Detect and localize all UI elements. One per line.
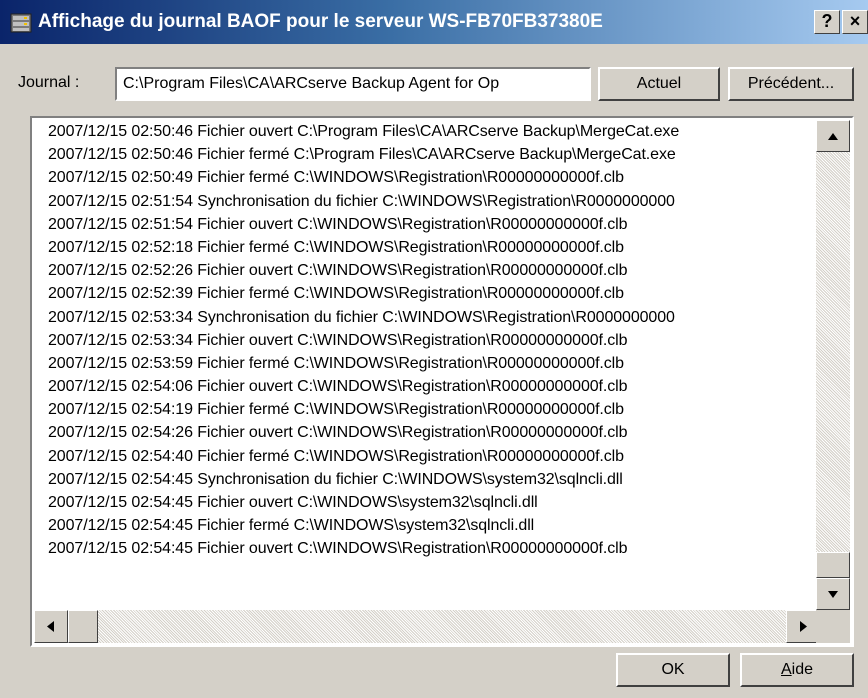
help-button-label: ide: [791, 661, 814, 678]
log-line[interactable]: 2007/12/15 02:51:54 Synchronisation du f…: [34, 190, 818, 213]
scroll-thumb[interactable]: [816, 552, 850, 578]
log-viewer-dialog: Affichage du journal BAOF pour le serveu…: [0, 0, 868, 698]
ok-button[interactable]: OK: [616, 653, 730, 687]
arrow-down-icon: [828, 591, 838, 598]
log-line[interactable]: 2007/12/15 02:54:19 Fichier fermé C:\WIN…: [34, 398, 818, 421]
log-lines: 2007/12/15 02:50:46 Fichier ouvert C:\Pr…: [34, 120, 818, 610]
scroll-right-button[interactable]: [786, 610, 820, 643]
log-line[interactable]: 2007/12/15 02:54:40 Fichier fermé C:\WIN…: [34, 445, 818, 468]
journal-path-value: C:\Program Files\CA\ARCserve Backup Agen…: [123, 75, 500, 92]
log-line[interactable]: 2007/12/15 02:54:45 Synchronisation du f…: [34, 468, 818, 491]
log-line[interactable]: 2007/12/15 02:54:26 Fichier ouvert C:\WI…: [34, 421, 818, 444]
title-bar[interactable]: Affichage du journal BAOF pour le serveu…: [0, 0, 868, 44]
server-log-icon: [10, 13, 32, 33]
log-line[interactable]: 2007/12/15 02:54:45 Fichier ouvert C:\WI…: [34, 537, 818, 560]
log-line[interactable]: 2007/12/15 02:50:46 Fichier ouvert C:\Pr…: [34, 120, 818, 143]
log-line[interactable]: 2007/12/15 02:54:45 Fichier ouvert C:\WI…: [34, 491, 818, 514]
arrow-left-icon: [47, 621, 54, 632]
window-title: Affichage du journal BAOF pour le serveu…: [38, 11, 603, 32]
close-title-button[interactable]: ×: [842, 10, 868, 34]
previous-button[interactable]: Précédent...: [728, 67, 854, 101]
current-button[interactable]: Actuel: [598, 67, 720, 101]
log-listbox[interactable]: 2007/12/15 02:50:46 Fichier ouvert C:\Pr…: [30, 116, 854, 647]
arrow-up-icon: [828, 133, 838, 140]
journal-label: Journal :: [18, 74, 80, 91]
scroll-left-button[interactable]: [34, 610, 68, 643]
scroll-down-button[interactable]: [816, 578, 850, 610]
arrow-right-icon: [800, 621, 807, 632]
scrollbar-corner: [816, 610, 850, 643]
log-line[interactable]: 2007/12/15 02:52:39 Fichier fermé C:\WIN…: [34, 282, 818, 305]
help-button[interactable]: Aide: [740, 653, 854, 687]
log-line[interactable]: 2007/12/15 02:54:45 Fichier fermé C:\WIN…: [34, 514, 818, 537]
log-line[interactable]: 2007/12/15 02:53:59 Fichier fermé C:\WIN…: [34, 352, 818, 375]
vertical-scrollbar[interactable]: [816, 120, 850, 610]
log-line[interactable]: 2007/12/15 02:53:34 Synchronisation du f…: [34, 306, 818, 329]
log-line[interactable]: 2007/12/15 02:52:26 Fichier ouvert C:\WI…: [34, 259, 818, 282]
log-line[interactable]: 2007/12/15 02:50:49 Fichier fermé C:\WIN…: [34, 166, 818, 189]
journal-path-field[interactable]: C:\Program Files\CA\ARCserve Backup Agen…: [115, 67, 591, 101]
log-line[interactable]: 2007/12/15 02:51:54 Fichier ouvert C:\WI…: [34, 213, 818, 236]
log-line[interactable]: 2007/12/15 02:53:34 Fichier ouvert C:\WI…: [34, 329, 818, 352]
log-line[interactable]: 2007/12/15 02:54:06 Fichier ouvert C:\WI…: [34, 375, 818, 398]
help-title-button[interactable]: ?: [814, 10, 840, 34]
scroll-up-button[interactable]: [816, 120, 850, 152]
horizontal-scrollbar[interactable]: [34, 610, 820, 643]
log-line[interactable]: 2007/12/15 02:52:18 Fichier fermé C:\WIN…: [34, 236, 818, 259]
help-button-mnemonic: A: [780, 661, 792, 678]
horizontal-scroll-thumb[interactable]: [68, 610, 98, 643]
log-line[interactable]: 2007/12/15 02:50:46 Fichier fermé C:\Pro…: [34, 143, 818, 166]
